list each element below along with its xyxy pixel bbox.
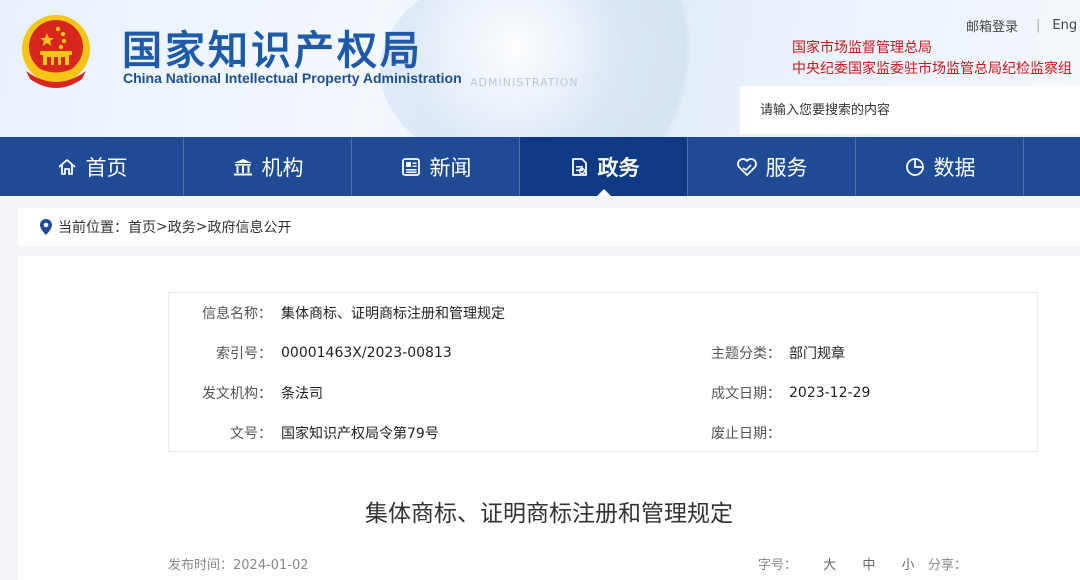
breadcrumb-government-affairs[interactable]: 政务 bbox=[168, 217, 196, 237]
font-size-controls: 字号： 大 中 小 bbox=[758, 554, 914, 573]
info-index-label: 索引号： bbox=[216, 346, 272, 362]
info-table: 信息名称： 集体商标、证明商标注册和管理规定 索引号： 00001463X/20… bbox=[168, 292, 1038, 452]
globe-decoration bbox=[380, 0, 720, 137]
english-link[interactable]: Eng bbox=[1052, 18, 1077, 33]
info-docno-label: 文号： bbox=[230, 426, 272, 442]
authority-line-2[interactable]: 中央纪委国家监委驻市场监管总局纪检监察组 bbox=[792, 59, 1072, 80]
location-pin-icon bbox=[40, 219, 52, 235]
font-size-small-button[interactable]: 小 bbox=[901, 554, 914, 573]
nav-item-data[interactable]: 数据 bbox=[856, 137, 1024, 196]
font-size-large-button[interactable]: 大 bbox=[823, 554, 836, 573]
breadcrumb-separator: > bbox=[195, 219, 208, 235]
top-links: 邮箱登录 | Eng bbox=[966, 16, 1077, 35]
nav-label-institution: 机构 bbox=[261, 155, 304, 180]
nav-label-data: 数据 bbox=[933, 155, 976, 180]
info-category-value: 部门规章 bbox=[789, 346, 845, 362]
info-category-label: 主题分类： bbox=[711, 346, 781, 362]
nav-label-service: 服务 bbox=[765, 155, 808, 180]
info-row-docno: 文号： 国家知识产权局令第79号 废止日期： bbox=[169, 413, 1039, 453]
site-title: 国家知识产权局 bbox=[122, 28, 423, 74]
info-name-label: 信息名称： bbox=[202, 306, 272, 322]
national-emblem-icon bbox=[22, 15, 90, 88]
government-affairs-icon bbox=[568, 156, 590, 178]
font-size-medium-button[interactable]: 中 bbox=[862, 554, 875, 573]
info-index-value: 00001463X/2023-00813 bbox=[281, 345, 452, 361]
info-docno-value: 国家知识产权局令第79号 bbox=[281, 426, 439, 442]
mail-login-link[interactable]: 邮箱登录 bbox=[966, 16, 1018, 35]
globe-watermark-text: ADMINISTRATION bbox=[470, 76, 579, 89]
info-row-name: 信息名称： 集体商标、证明商标注册和管理规定 bbox=[169, 293, 1039, 333]
share-controls: 分享： bbox=[928, 554, 967, 573]
info-row-index: 索引号： 00001463X/2023-00813 主题分类： 部门规章 bbox=[169, 333, 1039, 373]
nav-item-government-affairs[interactable]: 政务 bbox=[520, 137, 688, 196]
nav-label-home: 首页 bbox=[85, 155, 128, 180]
site-subtitle: China National Intellectual Property Adm… bbox=[123, 70, 462, 86]
top-link-separator: | bbox=[1036, 18, 1041, 33]
info-name-value: 集体商标、证明商标注册和管理规定 bbox=[281, 306, 505, 322]
service-icon bbox=[736, 156, 758, 178]
search-input[interactable] bbox=[740, 86, 1060, 134]
publish-meta: 发布时间：2024-01-02 bbox=[168, 554, 309, 573]
nav-item-news[interactable]: 新闻 bbox=[352, 137, 520, 196]
info-row-issuer: 发文机构： 条法司 成文日期： 2023-12-29 bbox=[169, 373, 1039, 413]
info-issuer-label: 发文机构： bbox=[202, 386, 272, 402]
breadcrumb-government-info[interactable]: 政府信息公开 bbox=[207, 217, 291, 237]
pie-chart-icon bbox=[904, 156, 926, 178]
font-size-label: 字号： bbox=[758, 558, 798, 573]
supervising-authority: 国家市场监督管理总局 中央纪委国家监委驻市场监管总局纪检监察组 bbox=[792, 38, 1072, 80]
nav-item-institution[interactable]: 机构 bbox=[184, 137, 352, 196]
nav-item-service[interactable]: 服务 bbox=[688, 137, 856, 196]
authority-line-1[interactable]: 国家市场监督管理总局 bbox=[792, 38, 1072, 59]
info-date-value: 2023-12-29 bbox=[789, 385, 871, 401]
news-icon bbox=[400, 156, 422, 178]
search-box bbox=[740, 86, 1080, 134]
site-header: ADMINISTRATION 国家知识产权局 China National In… bbox=[0, 0, 1080, 137]
article-title: 集体商标、证明商标注册和管理规定 bbox=[365, 501, 733, 527]
info-date-label: 成文日期： bbox=[711, 386, 781, 402]
info-abolish-label: 废止日期： bbox=[711, 426, 781, 442]
breadcrumb-prefix: 当前位置： bbox=[58, 220, 128, 236]
publish-label: 发布时间： bbox=[168, 558, 234, 573]
main-nav: 首页 机构 新闻 政务 服务 数据 bbox=[0, 137, 1080, 196]
breadcrumb: 当前位置： 首页 > 政务 > 政府信息公开 bbox=[18, 208, 1080, 246]
info-issuer-value: 条法司 bbox=[281, 386, 323, 402]
home-icon bbox=[56, 156, 78, 178]
share-label: 分享： bbox=[928, 558, 968, 573]
breadcrumb-separator: > bbox=[156, 219, 168, 235]
breadcrumb-home[interactable]: 首页 bbox=[128, 217, 156, 237]
publish-date: 2024-01-02 bbox=[233, 558, 309, 573]
main-content: 信息名称： 集体商标、证明商标注册和管理规定 索引号： 00001463X/20… bbox=[18, 256, 1080, 580]
nav-label-news: 新闻 bbox=[429, 155, 472, 180]
institution-icon bbox=[232, 156, 254, 178]
nav-item-more[interactable] bbox=[1024, 137, 1080, 196]
nav-label-government-affairs: 政务 bbox=[597, 155, 640, 180]
nav-item-home[interactable]: 首页 bbox=[0, 137, 184, 196]
